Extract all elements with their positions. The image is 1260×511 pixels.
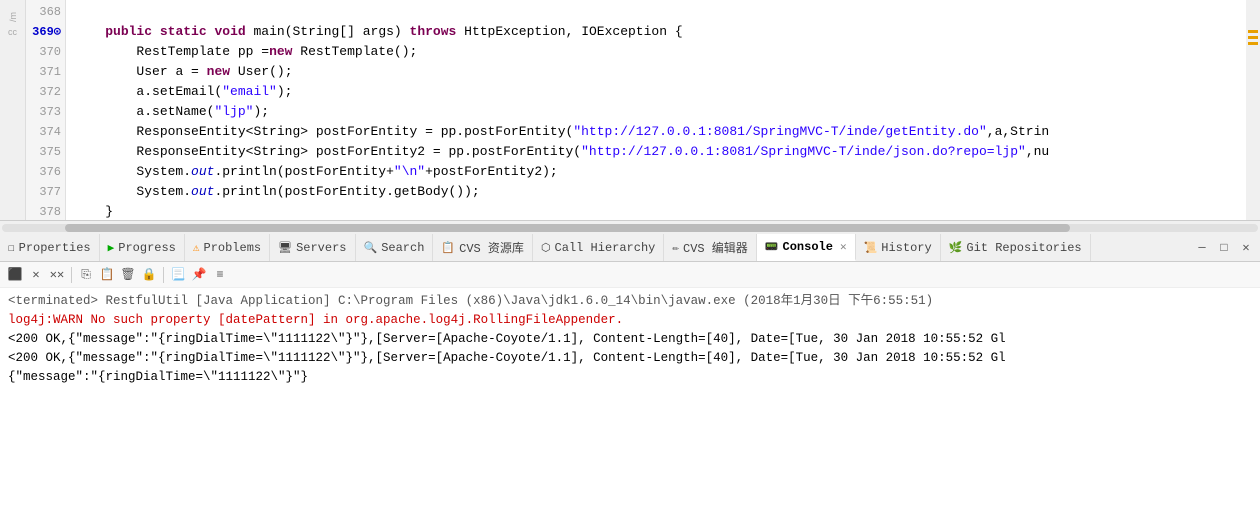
ln-368: 368 — [26, 2, 61, 22]
tab-bar: ☐ Properties ▶ Progress ⚠ Problems 🖥 Ser… — [0, 234, 1260, 262]
call-hierarchy-icon: ⬡ — [541, 241, 551, 255]
tab-problems-label: Problems — [204, 241, 262, 255]
tab-search-label: Search — [381, 241, 424, 255]
ln-375: 375 — [26, 142, 61, 162]
code-line-371: User a = new User(); — [74, 62, 1246, 82]
code-line-373: a.setName("ljp"); — [74, 102, 1246, 122]
paste-btn[interactable]: 📋 — [98, 266, 116, 284]
ln-369: 369⊙ — [26, 22, 61, 42]
tab-history-label: History — [881, 241, 931, 255]
ln-374: 374 — [26, 122, 61, 142]
tab-cvs-resources[interactable]: 📋 CVS 资源库 — [433, 234, 533, 261]
console-menu-btn[interactable]: ≡ — [211, 266, 229, 284]
clear-btn[interactable]: 🗑 — [119, 266, 137, 284]
h-scrollbar-track[interactable] — [2, 224, 1258, 232]
tab-call-hierarchy[interactable]: ⬡ Call Hierarchy — [533, 234, 664, 261]
app-container: /m cc 368 369⊙ 370 371 372 373 374 375 3… — [0, 0, 1260, 511]
tab-search[interactable]: 🔍 Search — [356, 234, 434, 261]
pin-btn[interactable]: 📌 — [190, 266, 208, 284]
tab-git-label: Git Repositories — [966, 241, 1081, 255]
new-console-btn[interactable]: 📃 — [169, 266, 187, 284]
code-line-378: } — [74, 202, 1246, 220]
console-icon: 📟 — [765, 240, 779, 254]
copy-btn[interactable]: ⎘ — [77, 266, 95, 284]
tab-call-hierarchy-label: Call Hierarchy — [555, 241, 656, 255]
h-scrollbar-thumb[interactable] — [65, 224, 1070, 232]
gutter-icon-2: cc — [8, 22, 17, 42]
tab-progress-label: Progress — [118, 241, 176, 255]
scroll-lock-btn[interactable]: 🔒 — [140, 266, 158, 284]
editor-right-scrollbar[interactable] — [1246, 0, 1260, 220]
console-toolbar: ⬛ ✕ ✕✕ ⎘ 📋 🗑 🔒 📃 📌 ≡ — [0, 262, 1260, 288]
toolbar-sep-2 — [163, 267, 164, 283]
toolbar-sep-1 — [71, 267, 72, 283]
servers-icon: 🖥 — [278, 241, 292, 255]
console-json-line: {"message":"{ringDialTime=\"1111122\"}"} — [8, 368, 1252, 387]
code-line-372: a.setEmail("email"); — [74, 82, 1246, 102]
code-line-374: ResponseEntity<String> postForEntity = p… — [74, 122, 1246, 142]
response-text-2: <200 OK,{"message":"{ringDialTime=\"1111… — [8, 351, 1006, 365]
terminated-text: <terminated> RestfulUtil [Java Applicati… — [8, 294, 933, 308]
code-line-375: ResponseEntity<String> postForEntity2 = … — [74, 142, 1246, 162]
mini-gutter: /m cc — [0, 0, 26, 220]
tab-servers-label: Servers — [296, 241, 346, 255]
tab-console-label: Console — [783, 240, 833, 254]
ln-370: 370 — [26, 42, 61, 62]
ln-373: 373 — [26, 102, 61, 122]
tab-properties-label: Properties — [19, 241, 91, 255]
console-terminated-line: <terminated> RestfulUtil [Java Applicati… — [8, 292, 1252, 311]
editor-h-scrollbar[interactable] — [0, 220, 1260, 234]
progress-icon: ▶ — [108, 241, 115, 255]
gutter-icon-1: /m — [3, 2, 23, 22]
console-response-line-2: <200 OK,{"message":"{ringDialTime=\"1111… — [8, 349, 1252, 368]
history-icon: 📜 — [864, 241, 878, 255]
code-line-368 — [74, 2, 1246, 22]
code-line-369: public static void main(String[] args) t… — [74, 22, 1246, 42]
editor-section: /m cc 368 369⊙ 370 371 372 373 374 375 3… — [0, 0, 1260, 220]
git-icon: 🌿 — [949, 241, 963, 255]
warn-text: log4j:WARN No such property [datePattern… — [8, 313, 623, 327]
tab-properties[interactable]: ☐ Properties — [0, 234, 100, 261]
properties-icon: ☐ — [8, 241, 15, 255]
search-icon: 🔍 — [364, 241, 378, 255]
console-warn-line: log4j:WARN No such property [datePattern… — [8, 311, 1252, 330]
problems-icon: ⚠ — [193, 241, 200, 255]
tab-servers[interactable]: 🖥 Servers — [270, 234, 355, 261]
tab-history[interactable]: 📜 History — [856, 234, 941, 261]
ln-377: 377 — [26, 182, 61, 202]
console-output[interactable]: <terminated> RestfulUtil [Java Applicati… — [0, 288, 1260, 511]
bottom-panel: ☐ Properties ▶ Progress ⚠ Problems 🖥 Ser… — [0, 234, 1260, 511]
ln-378: 378 — [26, 202, 61, 222]
ln-372: 372 — [26, 82, 61, 102]
tab-progress[interactable]: ▶ Progress — [100, 234, 185, 261]
tab-cvs-resources-label: CVS 资源库 — [459, 239, 524, 256]
code-line-377: System.out.println(postForEntity.getBody… — [74, 182, 1246, 202]
tab-bar-controls: ─ □ ✕ — [1192, 234, 1260, 261]
tab-problems[interactable]: ⚠ Problems — [185, 234, 270, 261]
close-panel-btn[interactable]: ✕ — [1236, 238, 1256, 258]
console-response-line-1: <200 OK,{"message":"{ringDialTime=\"1111… — [8, 330, 1252, 349]
code-line-376: System.out.println(postForEntity+"\n"+po… — [74, 162, 1246, 182]
close-console-btn[interactable]: ✕ — [27, 266, 45, 284]
tab-cvs-editor-label: CVS 编辑器 — [683, 239, 748, 256]
stop-btn[interactable]: ⬛ — [6, 266, 24, 284]
console-close-icon[interactable]: ✕ — [840, 240, 847, 254]
cvs-editor-icon: ✏ — [672, 241, 679, 255]
cvs-resources-icon: 📋 — [441, 241, 455, 255]
ln-371: 371 — [26, 62, 61, 82]
maximize-panel-btn[interactable]: □ — [1214, 238, 1234, 258]
line-numbers: 368 369⊙ 370 371 372 373 374 375 376 377… — [26, 0, 66, 220]
response-text-1: <200 OK,{"message":"{ringDialTime=\"1111… — [8, 332, 1006, 346]
tab-console[interactable]: 📟 Console ✕ — [757, 234, 856, 261]
tab-cvs-editor[interactable]: ✏ CVS 编辑器 — [664, 234, 756, 261]
tab-git-repositories[interactable]: 🌿 Git Repositories — [941, 234, 1091, 261]
minimize-panel-btn[interactable]: ─ — [1192, 238, 1212, 258]
code-area[interactable]: public static void main(String[] args) t… — [66, 0, 1246, 220]
remove-all-btn[interactable]: ✕✕ — [48, 266, 66, 284]
json-text: {"message":"{ringDialTime=\"1111122\"}"} — [8, 370, 308, 384]
code-line-370: RestTemplate pp =new RestTemplate(); — [74, 42, 1246, 62]
ln-376: 376 — [26, 162, 61, 182]
